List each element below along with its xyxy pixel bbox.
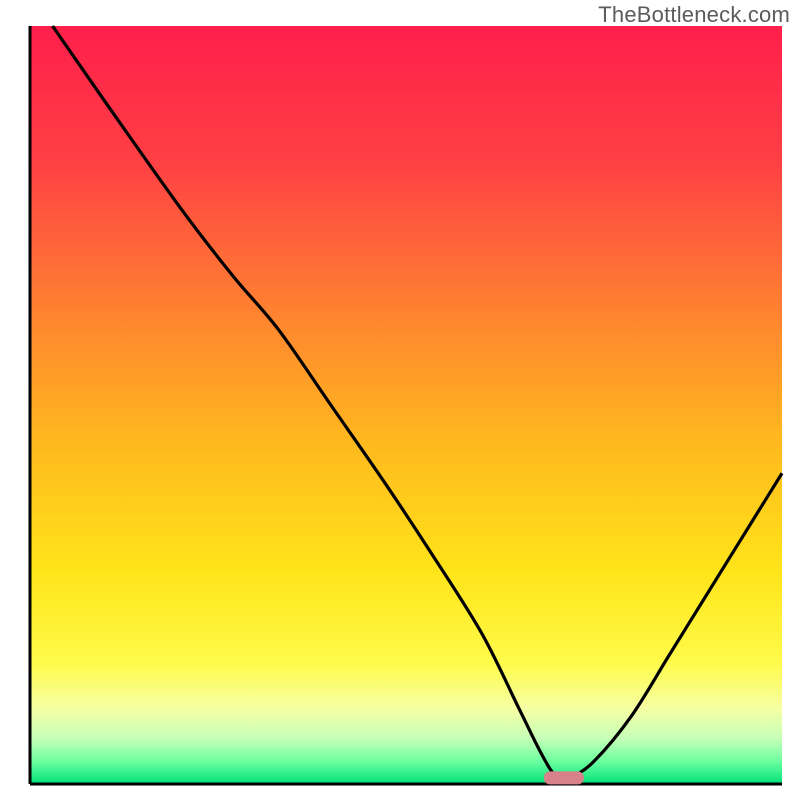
optimum-marker: [544, 771, 584, 784]
plot-background: [30, 26, 782, 784]
chart-container: TheBottleneck.com: [0, 0, 800, 800]
bottleneck-chart: [0, 0, 800, 800]
